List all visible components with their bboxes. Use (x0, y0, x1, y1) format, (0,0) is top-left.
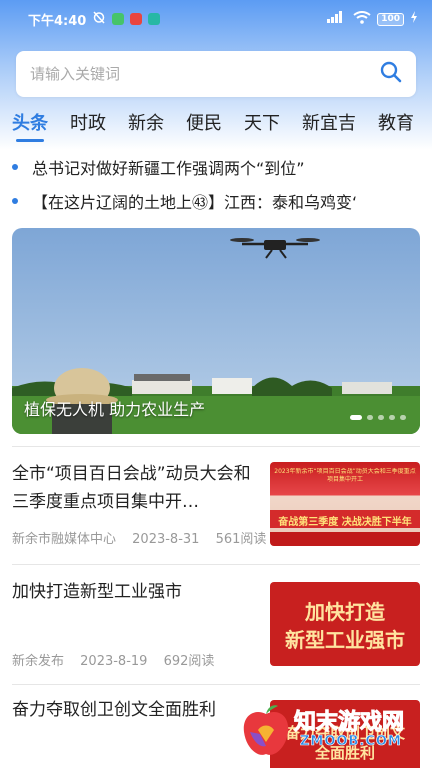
charging-icon (410, 11, 418, 27)
headline-list: 总书记对做好新疆工作强调两个“到位” 【在这片辽阔的土地上㊸】江西：泰和乌鸡变‘ (12, 150, 432, 218)
search-icon[interactable] (380, 61, 402, 87)
carousel-indicator (350, 415, 406, 420)
news-item[interactable]: 加快打造新型工业强市 新余发布 2023-8-19 692阅读 加快打造 新型工… (12, 578, 420, 670)
battery-indicator: 100 (377, 12, 404, 26)
tab-politics[interactable]: 时政 (70, 104, 106, 144)
headline-item[interactable]: 【在这片辽阔的土地上㊸】江西：泰和乌鸡变‘ (12, 184, 432, 218)
status-time: 下午4:40 (28, 13, 87, 29)
tab-education[interactable]: 教育 (378, 104, 414, 144)
headline-text: 【在这片辽阔的土地上㊸】江西：泰和乌鸡变‘ (32, 193, 358, 212)
banner-caption: 植保无人机 助力农业生产 (24, 400, 206, 419)
tab-headlines[interactable]: 头条 (12, 104, 48, 144)
news-title: 全市“项目百日会战”动员大会和三季度重点项目集中开… (12, 464, 251, 512)
app-notification-icon (112, 13, 125, 25)
search-bar[interactable] (16, 51, 416, 97)
signal-icon (327, 11, 347, 27)
app-notification-icon (148, 13, 161, 25)
watermark-logo-icon (243, 705, 289, 755)
news-date: 2023-8-19 (80, 654, 148, 669)
tab-xinyu[interactable]: 新余 (128, 104, 164, 144)
news-reads: 561阅读 (215, 532, 267, 547)
tab-world[interactable]: 天下 (244, 104, 280, 144)
divider (12, 684, 420, 685)
status-bar: 下午4:40 100 (0, 0, 432, 38)
news-thumbnail: 加快打造 新型工业强市 (270, 582, 420, 666)
watermark-url: ZMOOB.COM (300, 734, 402, 750)
news-title: 奋力夺取创卫创文全面胜利 (12, 700, 216, 720)
divider (12, 564, 420, 565)
app-notification-icon (130, 13, 143, 25)
news-source: 新余市融媒体中心 (12, 532, 117, 547)
wifi-icon (353, 10, 371, 28)
news-thumbnail: 2023年新余市“项目百日会战”动员大会和三季度重点项目集中开工 奋战第三季度 … (270, 462, 420, 546)
alarm-off-icon (92, 10, 106, 28)
bullet-icon (12, 164, 18, 170)
divider (12, 446, 420, 447)
news-meta: 新余市融媒体中心 2023-8-31 561阅读 (12, 528, 278, 547)
news-meta: 新余发布 2023-8-19 692阅读 (12, 650, 226, 669)
watermark: 知末游戏网 ZMOOB.COM (236, 702, 426, 762)
news-date: 2023-8-31 (132, 532, 200, 547)
headline-text: 总书记对做好新疆工作强调两个“到位” (32, 159, 305, 178)
watermark-name: 知末游戏网 (293, 710, 405, 736)
news-item[interactable]: 全市“项目百日会战”动员大会和三季度重点项目集中开… 新余市融媒体中心 2023… (12, 460, 420, 552)
news-source: 新余发布 (12, 654, 65, 669)
tab-services[interactable]: 便民 (186, 104, 222, 144)
category-tabs: 头条 时政 新余 便民 天下 新宜吉 教育 (0, 104, 432, 144)
featured-banner[interactable]: 植保无人机 助力农业生产 (12, 228, 420, 434)
search-input[interactable] (30, 65, 380, 83)
news-reads: 692阅读 (163, 654, 215, 669)
news-title: 加快打造新型工业强市 (12, 582, 182, 602)
tab-xinyiji[interactable]: 新宜吉 (302, 104, 356, 144)
bullet-icon (12, 198, 18, 204)
headline-item[interactable]: 总书记对做好新疆工作强调两个“到位” (12, 150, 432, 184)
